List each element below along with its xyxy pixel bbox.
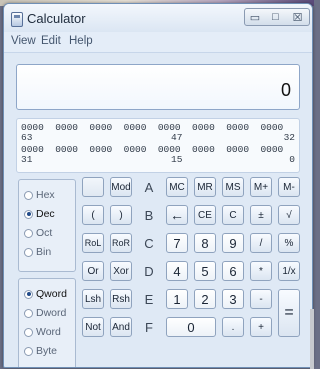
radio-qword-icon [24,289,33,299]
memory-store-key[interactable]: MS [222,177,244,197]
hex-e-key[interactable]: E [138,289,160,309]
rotate-right-key[interactable]: RoR [110,233,132,253]
close-paren-key[interactable]: ) [110,205,132,225]
clear-entry-key[interactable]: CE [194,205,216,225]
minimize-icon: ▭ [249,11,261,24]
decimal-key[interactable]: . [222,317,244,337]
digit-5-key[interactable]: 5 [194,261,216,281]
digit-9-key[interactable]: 9 [222,233,244,253]
or-key[interactable]: Or [82,261,104,281]
backspace-key[interactable]: ← [166,205,188,225]
maximize-icon: □ [272,11,279,23]
sqrt-key[interactable]: √ [278,205,300,225]
digit-3-key[interactable]: 3 [222,289,244,309]
number-base-group: Hex Dec Oct Bin [18,179,76,272]
minimize-button[interactable]: ▭ [244,8,266,26]
title-bar[interactable]: Calculator ▭ □ ☒ [4,4,312,32]
close-button[interactable]: ☒ [286,8,310,26]
radio-oct-icon [24,228,33,238]
right-shift-key[interactable]: Rsh [110,289,132,309]
hex-f-key[interactable]: F [138,317,160,337]
radio-dword[interactable]: Dword [24,306,66,320]
bit-label-0: 0 [289,154,295,165]
radio-dword-icon [24,308,33,318]
radio-byte-label: Byte [36,345,58,357]
scrollbar[interactable] [310,309,314,369]
radio-oct-label: Oct [36,227,53,239]
radio-dec[interactable]: Dec [24,207,55,221]
digit-4-key[interactable]: 4 [166,261,188,281]
bit-row-upper: 0000 0000 0000 0000 0000 0000 0000 0000 [21,122,284,133]
divide-key[interactable]: / [250,233,272,253]
digit-7-key[interactable]: 7 [166,233,188,253]
and-key[interactable]: And [110,317,132,337]
memory-clear-key[interactable]: MC [166,177,188,197]
negate-key[interactable]: ± [250,205,272,225]
radio-dword-label: Dword [36,307,67,319]
memory-subtract-key[interactable]: M- [278,177,300,197]
digit-0-key[interactable]: 0 [166,317,216,337]
radio-byte-icon [24,346,33,356]
radio-hex[interactable]: Hex [24,188,55,202]
display-value: 0 [280,80,291,100]
calculator-window: Calculator ▭ □ ☒ View Edit Help 0 0000 0… [3,3,313,368]
menu-help[interactable]: Help [69,35,93,47]
digit-2-key[interactable]: 2 [194,289,216,309]
hex-b-key[interactable]: B [138,205,160,225]
hex-c-key[interactable]: C [138,233,160,253]
multiply-key[interactable]: * [250,261,272,281]
maximize-button[interactable]: □ [265,8,287,26]
radio-qword-label: Qword [36,288,67,300]
radio-oct[interactable]: Oct [24,226,52,240]
bit-label-63: 63 [21,132,33,143]
hex-a-key[interactable]: A [138,177,160,197]
radio-word-icon [24,327,33,337]
result-display: 0 [16,64,300,110]
radio-bin[interactable]: Bin [24,245,51,259]
hex-d-key[interactable]: D [138,261,160,281]
radio-bin-icon [24,247,33,257]
digit-6-key[interactable]: 6 [222,261,244,281]
bit-display: 0000 0000 0000 0000 0000 0000 0000 0000 … [16,118,300,173]
radio-hex-icon [24,190,33,200]
bit-row-lower: 0000 0000 0000 0000 0000 0000 0000 0000 [21,144,284,155]
reciprocal-key[interactable]: 1/x [278,261,300,281]
memory-add-key[interactable]: M+ [250,177,272,197]
radio-byte[interactable]: Byte [24,344,57,358]
equals-key[interactable]: = [278,289,300,337]
calculator-icon [11,12,23,27]
clear-key[interactable]: C [222,205,244,225]
subtract-key[interactable]: - [250,289,272,309]
digit-1-key[interactable]: 1 [166,289,188,309]
left-shift-key[interactable]: Lsh [82,289,104,309]
bit-label-32: 32 [283,132,295,143]
xor-key[interactable]: Xor [110,261,132,281]
blank-key[interactable] [82,177,104,197]
window-title: Calculator [27,11,86,26]
radio-bin-label: Bin [36,246,52,258]
menu-view[interactable]: View [11,35,36,47]
mod-key[interactable]: Mod [110,177,132,197]
menu-edit[interactable]: Edit [41,35,61,47]
radio-dec-label: Dec [36,208,55,220]
menu-bar: View Edit Help [4,32,312,53]
not-key[interactable]: Not [82,317,104,337]
radio-word-label: Word [36,326,61,338]
digit-8-key[interactable]: 8 [194,233,216,253]
radio-dec-icon [24,209,33,219]
open-paren-key[interactable]: ( [82,205,104,225]
percent-key[interactable]: % [278,233,300,253]
memory-recall-key[interactable]: MR [194,177,216,197]
close-icon: ☒ [292,11,303,24]
bit-label-15: 15 [171,154,183,165]
bit-label-47: 47 [171,132,183,143]
add-key[interactable]: + [250,317,272,337]
radio-qword[interactable]: Qword [24,287,67,301]
rotate-left-key[interactable]: RoL [82,233,104,253]
radio-word[interactable]: Word [24,325,61,339]
bit-label-31: 31 [21,154,33,165]
word-size-group: Qword Dword Word Byte [18,278,76,367]
radio-hex-label: Hex [36,189,55,201]
